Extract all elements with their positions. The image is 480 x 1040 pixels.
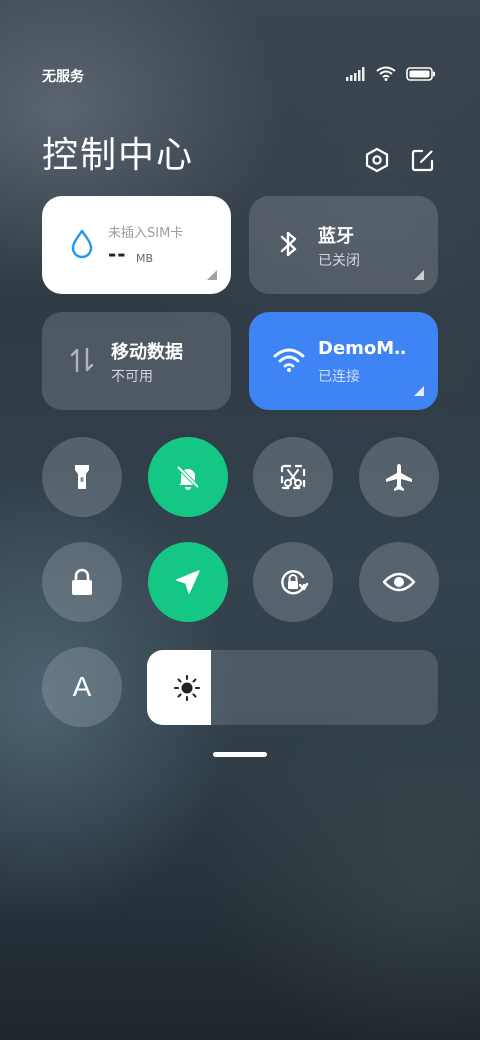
edit-button[interactable]: [407, 144, 439, 176]
airplane-icon: [386, 464, 412, 491]
sim-status-label: 未插入SIM卡: [108, 226, 184, 241]
airplane-mode-toggle[interactable]: [359, 437, 439, 517]
sun-icon: [174, 675, 200, 701]
screenshot-toggle[interactable]: [253, 437, 333, 517]
auto-brightness-toggle[interactable]: A: [42, 647, 122, 727]
screenshot-icon: [280, 464, 306, 490]
settings-hexagon-icon: [365, 147, 389, 173]
brightness-slider[interactable]: [147, 650, 438, 725]
mute-bell-icon: [176, 465, 200, 490]
data-usage-tile[interactable]: 未插入SIM卡 -- MB: [42, 196, 231, 294]
wifi-tile[interactable]: DemoM‥ 已连接: [249, 312, 438, 410]
rotation-lock-icon: [281, 570, 309, 595]
expand-corner-icon: [414, 270, 424, 280]
lock-screen-toggle[interactable]: [42, 542, 122, 622]
flashlight-toggle[interactable]: [42, 437, 122, 517]
mobile-data-status: 不可用: [111, 369, 153, 385]
mobile-data-arrows-icon: [64, 342, 100, 378]
carrier-status: 无服务: [42, 69, 84, 85]
flashlight-icon: [75, 465, 89, 489]
lock-icon: [72, 568, 92, 595]
data-usage-value: --: [108, 242, 127, 266]
settings-button[interactable]: [361, 144, 393, 176]
mobile-data-title: 移动数据: [111, 342, 183, 363]
rotation-lock-toggle[interactable]: [253, 542, 333, 622]
bluetooth-title: 蓝牙: [318, 226, 354, 247]
silent-mode-toggle[interactable]: [148, 437, 228, 517]
wifi-icon: [376, 66, 396, 81]
page-title: 控制中心: [42, 135, 195, 176]
edit-icon: [411, 149, 434, 172]
mobile-data-tile[interactable]: 移动数据 不可用: [42, 312, 231, 410]
location-icon: [176, 570, 200, 594]
bluetooth-icon: [271, 226, 307, 262]
water-drop-icon: [64, 226, 100, 262]
bluetooth-status: 已关闭: [318, 253, 360, 269]
expand-corner-icon: [414, 386, 424, 396]
wifi-status: 已连接: [318, 369, 360, 385]
wifi-icon: [271, 342, 307, 378]
bluetooth-tile[interactable]: 蓝牙 已关闭: [249, 196, 438, 294]
expand-corner-icon: [207, 270, 217, 280]
eye-icon: [382, 572, 416, 592]
auto-brightness-icon: A: [72, 671, 92, 702]
battery-icon: [406, 66, 435, 81]
location-toggle[interactable]: [148, 542, 228, 622]
signal-icon: [346, 66, 365, 81]
reading-mode-toggle[interactable]: [359, 542, 439, 622]
data-usage-unit: MB: [136, 252, 154, 265]
wifi-title: DemoM‥: [318, 338, 407, 359]
home-indicator[interactable]: [213, 752, 267, 757]
status-icons: [346, 66, 436, 81]
